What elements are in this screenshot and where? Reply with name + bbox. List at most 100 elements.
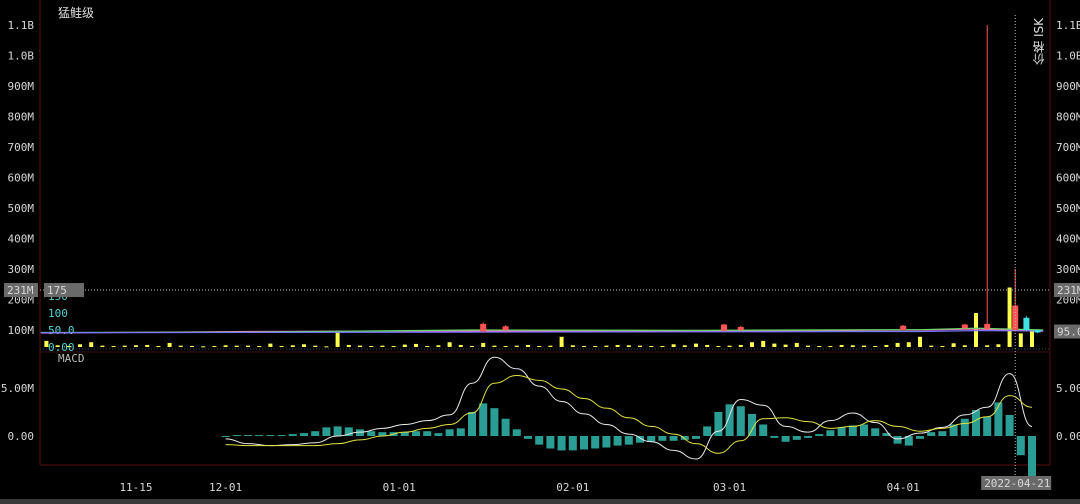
price-tick-label-right: 400M: [1056, 233, 1080, 246]
volume-bar: [246, 345, 250, 347]
volume-bar: [503, 345, 508, 347]
volume-bar: [279, 345, 284, 347]
volume-bar: [111, 345, 116, 347]
volume-bar: [346, 344, 351, 347]
volume-bar: [918, 336, 922, 347]
macd-histogram-bar: [512, 429, 521, 436]
volume-bar: [234, 345, 239, 347]
volume-bar: [290, 345, 295, 347]
macd-histogram-bar: [860, 424, 868, 436]
price-tick-label-right: 700M: [1056, 141, 1080, 154]
volume-bar: [682, 345, 687, 347]
price-tick-label-left: 300M: [8, 263, 35, 276]
macd-histogram-bar: [456, 428, 465, 436]
volume-bar: [716, 345, 721, 347]
macd-histogram-bar: [580, 436, 588, 450]
volume-bar: [44, 340, 49, 347]
price-tick-label-left: 100M: [8, 324, 35, 337]
macd-histogram-bar: [692, 436, 700, 439]
macd-histogram-bar: [837, 427, 846, 436]
volume-bar: [929, 345, 934, 347]
volume-bar: [794, 342, 799, 347]
volume-bar: [694, 343, 698, 347]
volume-tick-label: 0.00: [48, 341, 75, 354]
macd-histogram-bar: [591, 436, 600, 449]
macd-histogram-bar: [255, 435, 264, 437]
macd-histogram-bar: [311, 431, 320, 436]
macd-histogram-bar: [792, 436, 801, 440]
volume-bar: [358, 345, 362, 347]
macd-histogram-bar: [221, 436, 230, 437]
macd-histogram-bar: [557, 436, 566, 451]
candle-body: [900, 325, 907, 330]
macd-histogram-bar: [669, 436, 678, 441]
volume-bar: [738, 344, 743, 347]
volume-bar: [223, 345, 228, 347]
macd-histogram-bar: [266, 435, 275, 437]
volume-bar: [638, 345, 642, 347]
macd-histogram-bar: [322, 427, 331, 436]
macd-histogram-bar: [490, 408, 499, 436]
volume-bar: [593, 345, 598, 347]
volume-bar: [100, 345, 105, 347]
macd-histogram-bar: [736, 406, 745, 436]
horizontal-scrollbar[interactable]: [0, 499, 1080, 504]
market-chart[interactable]: 100M100M200M200M300M300M400M400M500M500M…: [0, 0, 1080, 504]
macd-histogram-bar: [568, 436, 577, 451]
volume-bar: [458, 344, 463, 347]
macd-histogram-bar: [277, 435, 286, 437]
crosshair-price-tag-left-text: 231M: [7, 284, 34, 297]
volume-bar: [906, 342, 911, 347]
macd-tick-label-left: 5.00M: [1, 382, 34, 395]
macd-histogram-bar: [960, 418, 969, 436]
price-tick-label-left: 1.1B: [8, 19, 35, 32]
candle-body: [984, 323, 991, 329]
volume-bar: [817, 345, 822, 347]
volume-bar: [167, 342, 172, 347]
macd-histogram-bar: [848, 425, 857, 436]
volume-bar: [705, 344, 710, 347]
volume-bar: [190, 345, 194, 347]
crosshair-price-tag-right: 231M: [1054, 283, 1080, 298]
volume-bar: [470, 345, 474, 347]
candle-body: [961, 324, 968, 329]
last-price-tag-text: 95.0M: [1057, 326, 1080, 339]
volume-tick-label: 100: [48, 307, 68, 320]
volume-bar: [761, 340, 766, 347]
macd-histogram-bar: [602, 436, 611, 448]
volume-bar: [750, 342, 754, 347]
volume-bar: [850, 345, 855, 347]
macd-histogram-bar: [972, 410, 980, 436]
macd-histogram-bar: [546, 436, 555, 449]
macd-histogram-bar: [479, 403, 488, 436]
volume-bar: [447, 342, 452, 347]
volume-bar: [962, 345, 967, 347]
macd-histogram-bar: [367, 431, 376, 436]
macd-histogram-bar: [983, 416, 992, 436]
volume-bar: [806, 345, 810, 347]
price-tick-label-left: 500M: [8, 202, 35, 215]
macd-histogram-bar: [658, 436, 667, 441]
volume-bar: [1007, 287, 1012, 347]
macd-histogram-bar: [1016, 436, 1025, 456]
macd-histogram-bar: [826, 430, 835, 436]
volume-bar: [671, 344, 676, 347]
volume-bar: [895, 342, 900, 347]
candle-body: [737, 326, 744, 330]
volume-bar: [425, 345, 430, 347]
macd-histogram-bar: [624, 436, 633, 445]
volume-bar: [940, 345, 945, 347]
volume-bar: [873, 345, 878, 347]
volume-bar: [772, 343, 777, 347]
macd-histogram-bar: [647, 436, 656, 442]
candle-body: [502, 326, 509, 330]
price-tick-label-right: 500M: [1056, 202, 1080, 215]
candle-body: [480, 323, 487, 332]
candle-body: [1023, 317, 1030, 330]
candle-body: [1034, 330, 1041, 333]
volume-bar: [369, 345, 374, 347]
price-tick-label-left: 1.0B: [8, 50, 35, 63]
crosshair-volume-tag-text: 175: [47, 284, 67, 297]
macd-tick-label-left: 0.00: [8, 430, 35, 443]
volume-bar: [436, 345, 441, 347]
